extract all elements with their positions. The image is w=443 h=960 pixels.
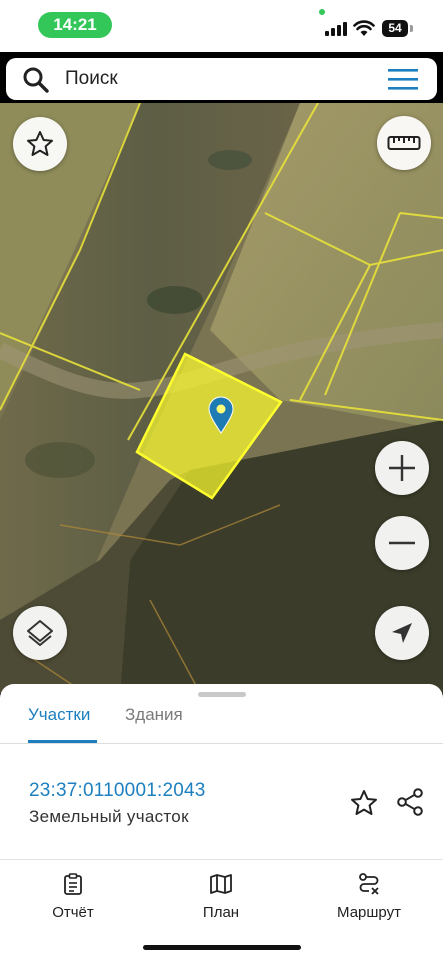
search-bar[interactable]: Поиск	[6, 58, 437, 100]
tab-divider	[0, 743, 443, 744]
parcel-type-label: Земельный участок	[29, 807, 189, 826]
status-bar: 14:21 54	[0, 0, 443, 52]
navigation-arrow-icon	[392, 623, 412, 643]
vegetation-patch	[208, 150, 252, 170]
nav-plan-label: План	[202, 904, 240, 921]
layers-icon	[27, 620, 53, 646]
battery-tip	[410, 25, 413, 32]
search-icon	[23, 67, 49, 93]
plus-icon	[389, 455, 415, 481]
satellite-map[interactable]	[0, 103, 443, 693]
layers-button[interactable]	[13, 606, 67, 660]
measure-button[interactable]	[377, 116, 431, 170]
nav-plan[interactable]: План	[166, 872, 276, 922]
star-icon	[27, 131, 53, 156]
route-icon	[359, 873, 379, 895]
tab-parcels[interactable]: Участки	[28, 705, 90, 725]
cellular-signal-icon	[325, 22, 347, 36]
home-indicator[interactable]	[143, 945, 301, 950]
add-to-favorites-star-icon[interactable]	[349, 788, 379, 818]
ruler-icon	[387, 136, 421, 150]
vegetation-patch	[25, 442, 95, 478]
sheet-grabber-handle[interactable]	[198, 692, 246, 697]
bottom-sheet[interactable]: Участки Здания 23:37:0110001:2043 Земель…	[0, 684, 443, 960]
favorites-button[interactable]	[13, 117, 67, 171]
share-icon[interactable]	[395, 787, 425, 817]
location-indicator-dot	[319, 9, 325, 15]
nav-report[interactable]: Отчёт	[18, 872, 128, 922]
parcel-cadastral-number[interactable]: 23:37:0110001:2043	[29, 780, 206, 802]
zoom-out-button[interactable]	[375, 516, 429, 570]
wifi-icon	[353, 20, 375, 36]
map-canvas[interactable]	[0, 103, 443, 693]
nav-report-label: Отчёт	[52, 904, 94, 921]
search-label[interactable]: Поиск	[65, 68, 118, 90]
status-time: 14:21	[38, 12, 112, 38]
my-location-button[interactable]	[375, 606, 429, 660]
tab-buildings[interactable]: Здания	[125, 705, 183, 725]
minus-icon	[389, 541, 415, 545]
nav-route[interactable]: Маршрут	[314, 872, 424, 922]
report-icon	[64, 873, 82, 895]
battery-level: 54	[382, 20, 408, 37]
hamburger-menu-icon[interactable]	[386, 67, 420, 91]
nav-route-label: Маршрут	[337, 904, 401, 921]
zoom-in-button[interactable]	[375, 441, 429, 495]
section-divider	[0, 859, 443, 860]
map-plan-icon	[210, 874, 232, 894]
vegetation-patch	[147, 286, 203, 314]
